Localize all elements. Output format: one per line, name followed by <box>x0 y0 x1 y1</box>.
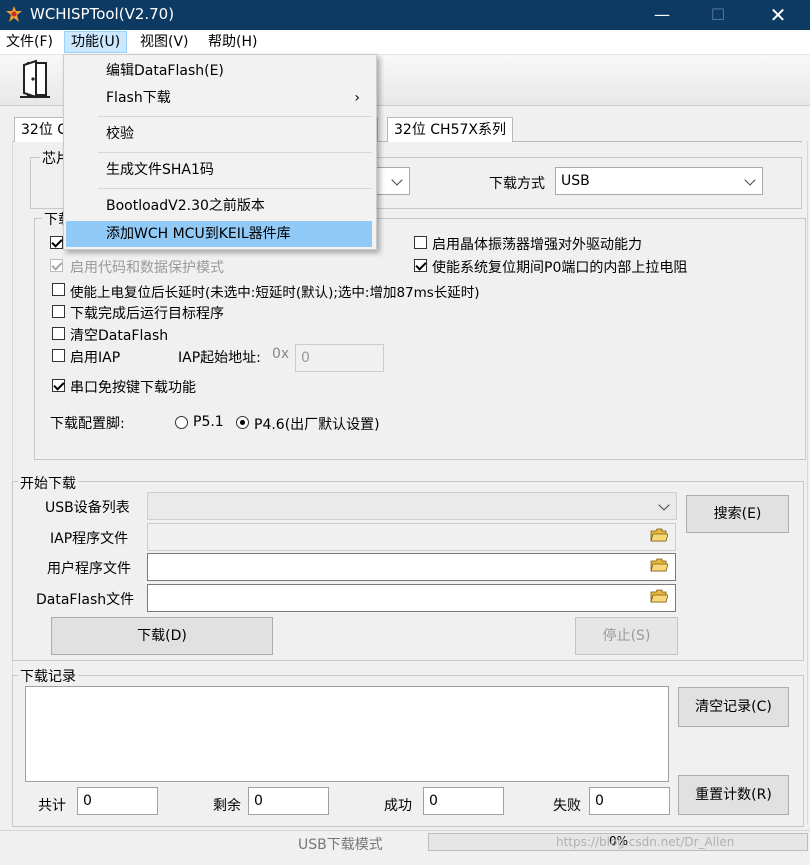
download-mode-label: 下载方式 <box>489 176 545 192</box>
close-icon[interactable]: ✕ <box>756 0 800 30</box>
folder-open-icon[interactable] <box>650 558 668 572</box>
menu-item-flash-download[interactable]: Flash下载 › <box>66 85 372 111</box>
menu-separator <box>98 116 372 117</box>
chevron-down-icon <box>658 499 670 511</box>
menu-file[interactable]: 文件(F) <box>0 32 59 52</box>
log-textarea[interactable] <box>25 686 669 782</box>
clear-dataflash-label: 清空DataFlash <box>70 328 169 344</box>
menu-item-flash-download-label: Flash下载 <box>106 90 171 106</box>
hidden-option-checkbox[interactable] <box>50 236 63 249</box>
window-title: WCHISPTool(V2.70) <box>30 5 175 23</box>
folder-open-icon[interactable] <box>650 528 668 542</box>
remain-value: 0 <box>254 793 263 809</box>
menu-bar: 文件(F) 功能(U) 视图(V) 帮助(H) <box>0 30 810 55</box>
code-protect-label: 启用代码和数据保护模式 <box>70 260 224 276</box>
chevron-down-icon <box>744 174 756 186</box>
menu-function[interactable]: 功能(U) <box>64 31 128 53</box>
remain-label: 剩余 <box>213 798 241 814</box>
iap-start-label: IAP起始地址: <box>178 350 261 366</box>
iap-address-field: 0 <box>295 344 384 372</box>
function-dropdown-menu: 编辑DataFlash(E) Flash下载 › 校验 生成文件SHA1码 Bo… <box>63 54 377 250</box>
app-icon <box>6 6 22 22</box>
minimize-icon[interactable]: — <box>640 0 684 30</box>
user-file-label: 用户程序文件 <box>47 561 131 577</box>
start-group-label: 开始下载 <box>18 473 78 493</box>
pin-p51-label: P5.1 <box>193 414 224 430</box>
pin-config-label: 下载配置脚: <box>50 416 125 432</box>
power-on-delay-label: 使能上电复位后长延时(未选中:短延时(默认);选中:增加87ms长延时) <box>70 285 480 301</box>
enable-iap-label: 启用IAP <box>70 350 121 366</box>
usb-list-label: USB设备列表 <box>45 500 130 516</box>
title-bar: WCHISPTool(V2.70) — ☐ ✕ <box>0 0 810 30</box>
iap-address-value: 0 <box>301 350 310 366</box>
p0-pullup-checkbox[interactable] <box>414 259 427 272</box>
pin-p51-radio[interactable] <box>175 416 188 429</box>
clear-dataflash-checkbox[interactable] <box>52 327 65 340</box>
crystal-drive-checkbox[interactable] <box>414 236 427 249</box>
code-protect-checkbox <box>50 259 63 272</box>
iap-file-label: IAP程序文件 <box>50 531 129 547</box>
menu-item-bootload-old[interactable]: BootloadV2.30之前版本 <box>66 193 372 219</box>
maximize-icon[interactable]: ☐ <box>696 0 740 30</box>
fail-value: 0 <box>595 793 604 809</box>
serial-no-key-checkbox[interactable] <box>52 379 65 392</box>
iap-prefix: 0x <box>272 346 290 362</box>
search-button[interactable]: 搜索(E) <box>686 495 789 533</box>
folder-open-icon[interactable] <box>650 589 668 603</box>
user-file-field[interactable] <box>147 553 676 581</box>
tab-ch57x[interactable]: 32位 CH57X系列 <box>387 117 513 142</box>
remain-field: 0 <box>248 787 329 815</box>
log-group-label: 下载记录 <box>18 666 78 686</box>
chevron-right-icon: › <box>354 90 360 106</box>
menu-item-verify[interactable]: 校验 <box>66 121 372 147</box>
success-field: 0 <box>423 787 504 815</box>
download-button[interactable]: 下载(D) <box>51 617 273 655</box>
enable-iap-checkbox[interactable] <box>52 349 65 362</box>
menu-separator <box>98 188 372 189</box>
dataflash-file-field[interactable] <box>147 584 676 612</box>
menu-help[interactable]: 帮助(H) <box>202 32 263 52</box>
power-on-delay-checkbox[interactable] <box>52 283 65 296</box>
stop-button: 停止(S) <box>575 617 678 655</box>
success-label: 成功 <box>384 798 412 814</box>
run-after-download-checkbox[interactable] <box>52 305 65 318</box>
exit-door-icon[interactable] <box>18 59 52 99</box>
watermark: https://blog.csdn.net/Dr_Allen <box>556 835 735 849</box>
success-value: 0 <box>429 793 438 809</box>
download-mode-combo[interactable]: USB <box>555 167 763 195</box>
total-label: 共计 <box>38 798 66 814</box>
dataflash-file-label: DataFlash文件 <box>36 592 135 608</box>
menu-view[interactable]: 视图(V) <box>134 32 195 52</box>
run-after-download-label: 下载完成后运行目标程序 <box>70 306 224 322</box>
menu-item-add-keil[interactable]: 添加WCH MCU到KEIL器件库 <box>66 221 372 247</box>
crystal-drive-label: 启用晶体振荡器增强对外驱动能力 <box>432 237 642 253</box>
total-field: 0 <box>77 787 158 815</box>
menu-item-gen-sha1[interactable]: 生成文件SHA1码 <box>66 157 372 183</box>
iap-file-field <box>147 523 676 551</box>
download-mode-value: USB <box>561 173 590 189</box>
usb-device-combo[interactable] <box>147 492 677 520</box>
menu-item-edit-dataflash[interactable]: 编辑DataFlash(E) <box>66 58 372 84</box>
p0-pullup-label: 使能系统复位期间P0端口的内部上拉电阻 <box>432 260 688 276</box>
pin-p46-radio[interactable] <box>236 416 249 429</box>
serial-no-key-label: 串口免按键下载功能 <box>70 380 196 396</box>
status-mode: USB下载模式 <box>298 837 383 853</box>
menu-separator <box>98 152 372 153</box>
total-value: 0 <box>83 793 92 809</box>
reset-count-button[interactable]: 重置计数(R) <box>678 775 789 815</box>
fail-label: 失败 <box>553 798 581 814</box>
clear-log-button[interactable]: 清空记录(C) <box>678 687 789 727</box>
pin-p46-label: P4.6(出厂默认设置) <box>254 417 380 433</box>
fail-field: 0 <box>589 787 670 815</box>
chevron-down-icon <box>391 174 403 186</box>
